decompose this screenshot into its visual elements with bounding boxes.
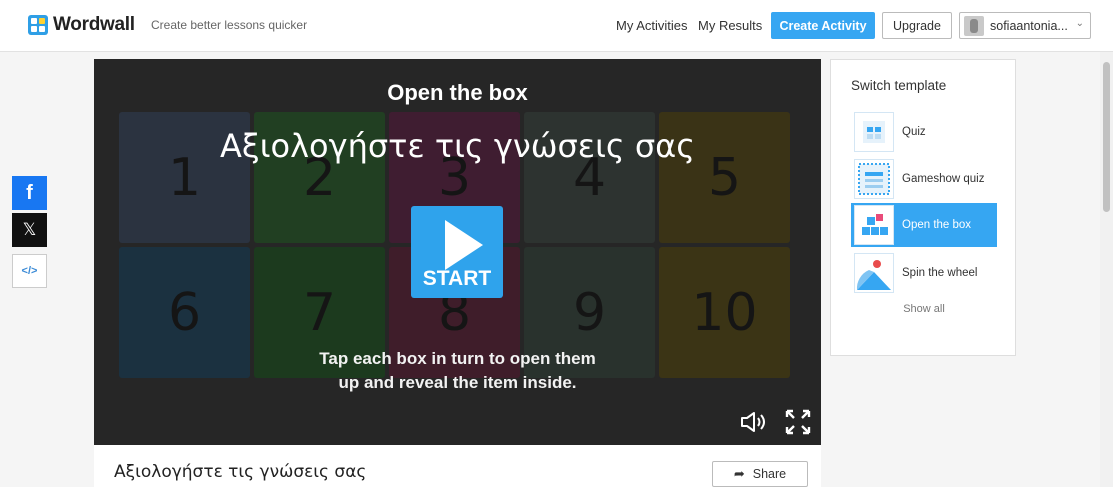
- play-icon: [445, 220, 483, 270]
- wordwall-logo[interactable]: Wordwall: [28, 14, 135, 36]
- template-spin-the-wheel[interactable]: Spin the wheel: [851, 251, 997, 295]
- template-open-the-box[interactable]: Open the box: [851, 203, 997, 247]
- instructions-line-1: Tap each box in turn to open them: [319, 349, 596, 368]
- nav-my-activities[interactable]: My Activities: [616, 18, 688, 33]
- template-label: Quiz: [902, 126, 926, 138]
- page-scrollbar[interactable]: [1100, 52, 1113, 487]
- wordwall-logo-icon: [28, 15, 48, 35]
- switch-template-panel: Switch template Quiz Gameshow quiz Open …: [830, 59, 1016, 356]
- x-icon: 𝕏: [22, 220, 37, 239]
- template-name: Open the box: [387, 80, 528, 105]
- embed-icon: </>: [21, 265, 38, 277]
- top-header: Wordwall Create better lessons quicker M…: [0, 0, 1113, 52]
- open-the-box-icon: [854, 205, 894, 245]
- nav-my-results[interactable]: My Results: [698, 18, 762, 33]
- template-quiz[interactable]: Quiz: [851, 110, 997, 154]
- scrollbar-thumb[interactable]: [1103, 62, 1110, 212]
- chevron-down-icon: ⌄: [1075, 18, 1084, 29]
- share-button[interactable]: ➦ Share: [712, 461, 808, 487]
- sound-icon[interactable]: [740, 411, 768, 433]
- game-activity-title: Αξιολογήστε τις γνώσεις σας: [219, 127, 696, 165]
- create-activity-button[interactable]: Create Activity: [771, 12, 875, 39]
- spin-the-wheel-icon: [854, 253, 894, 293]
- username: sofiaantonia...: [990, 18, 1068, 33]
- x-share-button[interactable]: 𝕏: [12, 213, 47, 247]
- gameshow-quiz-icon: [854, 159, 894, 199]
- start-button[interactable]: START: [411, 206, 503, 298]
- upgrade-button[interactable]: Upgrade: [882, 12, 952, 39]
- template-gameshow-quiz[interactable]: Gameshow quiz: [851, 157, 997, 201]
- fullscreen-icon[interactable]: [785, 409, 811, 435]
- quiz-icon: [854, 112, 894, 152]
- embed-button[interactable]: </>: [12, 254, 47, 288]
- avatar: [964, 15, 984, 36]
- box-number: 7: [302, 282, 337, 343]
- share-label: Share: [752, 467, 787, 481]
- activity-info-bar: Αξιολογήστε τις γνώσεις σας ➦ Share: [94, 445, 821, 487]
- user-menu[interactable]: sofiaantonia... ⌄: [959, 12, 1091, 39]
- box-number: 6: [167, 282, 202, 343]
- tagline: Create better lessons quicker: [151, 18, 308, 32]
- share-arrow-icon: ➦: [733, 466, 745, 481]
- logo-text: Wordwall: [53, 14, 135, 35]
- box-number: 10: [691, 282, 758, 343]
- start-label: START: [422, 267, 492, 290]
- facebook-icon: f: [26, 181, 33, 204]
- template-label: Spin the wheel: [902, 267, 978, 279]
- activity-title: Αξιολογήστε τις γνώσεις σας: [114, 462, 367, 482]
- switch-template-title: Switch template: [851, 78, 947, 93]
- game-area[interactable]: 1 2 3 4 5 6 7 8 9 10 Open the box Αξιολογήστε τις…: [94, 59, 821, 445]
- instructions-line-2: up and reveal the item inside.: [338, 373, 577, 392]
- facebook-share-button[interactable]: f: [12, 176, 47, 210]
- template-label: Gameshow quiz: [902, 173, 985, 185]
- game-instructions: Tap each box in turn to open them up and…: [94, 347, 821, 395]
- template-label: Open the box: [902, 219, 972, 231]
- show-all-link[interactable]: Show all: [831, 303, 1017, 315]
- box-number: 9: [572, 282, 607, 343]
